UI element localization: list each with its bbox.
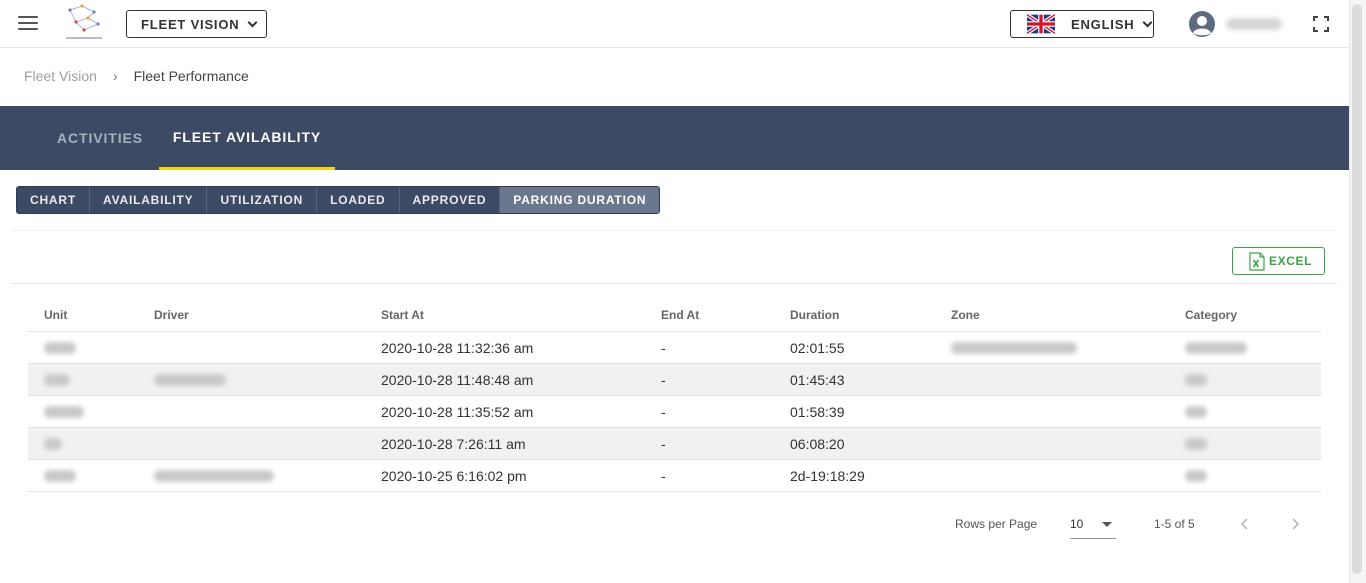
chevron-down-icon — [1142, 17, 1153, 27]
rows-per-page-value: 10 — [1070, 517, 1084, 531]
unit-cell-redacted — [44, 372, 70, 389]
table-row[interactable]: 2020-10-28 11:48:48 am - 01:45:43 — [28, 364, 1321, 396]
column-header-zone[interactable]: Zone — [951, 308, 980, 322]
segment-chart[interactable]: CHART — [17, 187, 90, 213]
unit-cell-redacted — [44, 468, 76, 485]
card-divider — [12, 283, 1337, 284]
breadcrumb-root-link[interactable]: Fleet Vision — [24, 68, 97, 84]
uk-flag-icon — [1027, 14, 1055, 34]
tab-activities[interactable]: ACTIVITIES — [42, 106, 158, 170]
excel-export-button[interactable]: EXCEL — [1232, 247, 1325, 275]
excel-button-label: EXCEL — [1269, 254, 1313, 268]
table-row[interactable]: 2020-10-28 11:35:52 am - 01:58:39 — [28, 396, 1321, 428]
language-selector[interactable]: ENGLISH — [1010, 10, 1154, 38]
card-top-border — [12, 230, 1337, 231]
end-at-cell: - — [661, 436, 666, 452]
end-at-cell: - — [661, 404, 666, 420]
duration-cell: 01:58:39 — [790, 404, 845, 420]
report-card: EXCEL Unit Driver Start At End At Durati… — [12, 230, 1337, 570]
driver-cell-redacted — [154, 468, 274, 485]
duration-cell: 02:01:55 — [790, 340, 845, 356]
rows-per-page-select[interactable]: 10 — [1070, 511, 1116, 539]
category-cell-redacted — [1185, 468, 1207, 485]
end-at-cell: - — [661, 468, 666, 484]
segment-availability[interactable]: AVAILABILITY — [90, 187, 208, 213]
company-logo — [66, 4, 102, 39]
duration-cell: 06:08:20 — [790, 436, 845, 452]
top-bar: FLEET VISION ENGLISH — [0, 0, 1349, 48]
table-header: Unit Driver Start At End At Duration Zon… — [28, 299, 1321, 332]
unit-cell-redacted — [44, 340, 76, 357]
chevron-left-icon[interactable] — [1239, 517, 1251, 531]
fullscreen-icon[interactable] — [1313, 16, 1329, 32]
category-cell-redacted — [1185, 372, 1207, 389]
start-at-cell: 2020-10-28 11:32:36 am — [381, 340, 534, 356]
column-header-category[interactable]: Category — [1185, 308, 1237, 322]
excel-file-icon — [1249, 251, 1265, 271]
scrollbar-thumb[interactable] — [1352, 4, 1362, 574]
breadcrumb: Fleet Vision › Fleet Performance — [24, 68, 249, 84]
end-at-cell: - — [661, 340, 666, 356]
segment-utilization[interactable]: UTILIZATION — [207, 187, 318, 213]
table-row[interactable]: 2020-10-28 7:26:11 am - 06:08:20 — [28, 428, 1321, 460]
segment-loaded[interactable]: LOADED — [317, 187, 400, 213]
unit-cell-redacted — [44, 404, 84, 421]
user-avatar-icon — [1189, 11, 1215, 37]
report-segment-group: CHART AVAILABILITY UTILIZATION LOADED AP… — [16, 186, 661, 214]
language-label: ENGLISH — [1071, 16, 1135, 32]
category-cell-redacted — [1185, 404, 1207, 421]
column-header-duration[interactable]: Duration — [790, 308, 839, 322]
page-range: 1-5 of 5 — [1154, 517, 1195, 531]
start-at-cell: 2020-10-28 11:48:48 am — [381, 372, 534, 388]
fleet-selector-label: FLEET VISION — [141, 16, 240, 32]
zone-cell-redacted — [951, 340, 1077, 357]
table-row[interactable]: 2020-10-28 11:32:36 am - 02:01:55 — [28, 332, 1321, 364]
unit-cell-redacted — [44, 436, 62, 453]
rows-per-page-label: Rows per Page — [955, 517, 1038, 531]
fleet-selector[interactable]: FLEET VISION — [126, 10, 267, 38]
category-cell-redacted — [1185, 340, 1247, 357]
column-header-end-at[interactable]: End At — [661, 308, 699, 322]
segment-parking-duration[interactable]: PARKING DURATION — [500, 187, 660, 213]
breadcrumb-separator: › — [112, 68, 118, 84]
tab-fleet-availability[interactable]: FLEET AVILABILITY — [159, 106, 335, 170]
segment-approved[interactable]: APPROVED — [400, 187, 501, 213]
dropdown-arrow-icon — [1102, 522, 1112, 527]
column-header-start-at[interactable]: Start At — [381, 308, 424, 322]
category-cell-redacted — [1185, 436, 1207, 453]
start-at-cell: 2020-10-28 11:35:52 am — [381, 404, 534, 420]
main-tab-bar: ACTIVITIES FLEET AVILABILITY — [0, 106, 1349, 170]
start-at-cell: 2020-10-25 6:16:02 pm — [381, 468, 527, 484]
start-at-cell: 2020-10-28 7:26:11 am — [381, 436, 526, 452]
table-pagination: Rows per Page 10 1-5 of 5 — [12, 503, 1337, 543]
chevron-down-icon — [248, 17, 258, 27]
user-menu[interactable] — [1188, 10, 1282, 38]
column-header-unit[interactable]: Unit — [44, 308, 67, 322]
parking-duration-table: Unit Driver Start At End At Duration Zon… — [28, 299, 1321, 492]
user-name-redacted — [1226, 18, 1282, 30]
chevron-right-icon[interactable] — [1289, 517, 1301, 531]
duration-cell: 2d-19:18:29 — [790, 468, 865, 484]
menu-icon[interactable] — [18, 16, 38, 32]
breadcrumb-current: Fleet Performance — [133, 68, 249, 84]
column-header-driver[interactable]: Driver — [154, 308, 189, 322]
table-row[interactable]: 2020-10-25 6:16:02 pm - 2d-19:18:29 — [28, 460, 1321, 492]
driver-cell-redacted — [154, 372, 226, 389]
duration-cell: 01:45:43 — [790, 372, 845, 388]
end-at-cell: - — [661, 372, 666, 388]
